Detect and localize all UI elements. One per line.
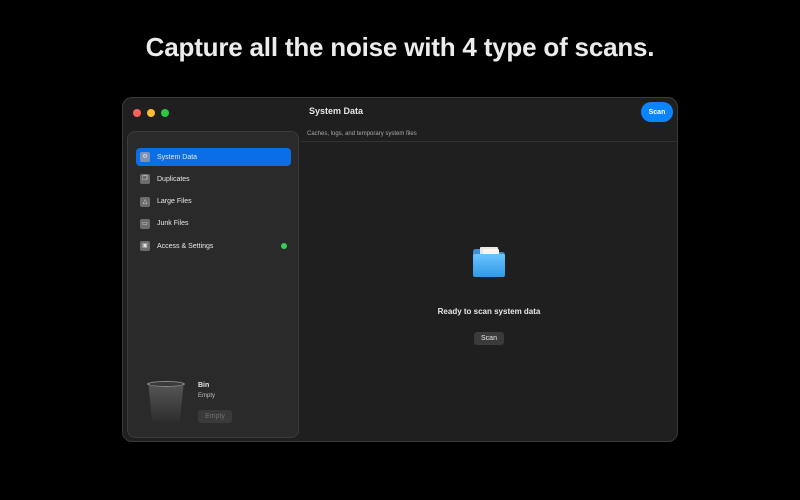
window-title: System Data — [309, 106, 364, 116]
sidebar-item-duplicates[interactable]: ❐ Duplicates — [136, 170, 291, 188]
lock-icon: ▣ — [140, 241, 150, 252]
sidebar-item-access-settings[interactable]: ▣ Access & Settings — [136, 237, 291, 255]
sidebar-item-label: Large Files — [157, 198, 192, 206]
sidebar-nav: ⚙ System Data ❐ Duplicates △ Large Files… — [136, 148, 291, 259]
scan-button[interactable]: Scan — [474, 332, 504, 345]
close-window-button[interactable] — [133, 109, 141, 117]
minimize-window-button[interactable] — [147, 109, 155, 117]
trash-icon: ▭ — [140, 218, 150, 229]
bin-name: Bin — [198, 382, 210, 389]
sidebar-item-label: Junk Files — [157, 220, 189, 228]
status-indicator — [281, 243, 287, 250]
sidebar-item-large-files[interactable]: △ Large Files — [136, 193, 291, 211]
sidebar-item-label: System Data — [157, 153, 198, 161]
empty-bin-button[interactable]: Empty — [198, 410, 232, 423]
main-content: Caches, logs, and temporary system files… — [301, 126, 677, 441]
window-controls — [133, 109, 169, 117]
headline: Capture all the noise with 4 type of sca… — [145, 32, 655, 62]
zoom-window-button[interactable] — [161, 109, 169, 117]
divider — [301, 141, 677, 142]
section-subtitle: Caches, logs, and temporary system files — [307, 131, 417, 137]
sidebar-item-junk-files[interactable]: ▭ Junk Files — [136, 215, 291, 233]
bin-status: Empty — [198, 393, 216, 399]
app-window: System Data Scan ⚙ System Data ❐ Duplica… — [122, 97, 678, 442]
ready-message: Ready to scan system data — [437, 307, 541, 316]
folder-icon — [473, 247, 505, 277]
gear-icon: ⚙ — [140, 152, 150, 162]
sidebar-item-label: Duplicates — [157, 175, 190, 183]
toolbar-scan-button[interactable]: Scan — [641, 102, 673, 122]
bin-icon — [147, 381, 185, 423]
sidebar: ⚙ System Data ❐ Duplicates △ Large Files… — [127, 131, 299, 438]
sidebar-item-label: Access & Settings — [157, 242, 214, 250]
duplicate-icon: ❐ — [140, 174, 150, 185]
weight-icon: △ — [140, 196, 150, 207]
sidebar-item-system-data[interactable]: ⚙ System Data — [136, 148, 291, 166]
